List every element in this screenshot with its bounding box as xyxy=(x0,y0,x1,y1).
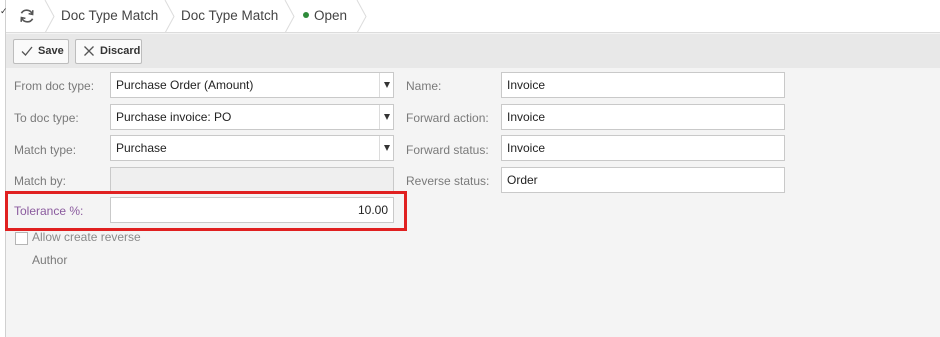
from-doc-type-value: Purchase Order (Amount) xyxy=(116,78,254,92)
match-type-value: Purchase xyxy=(116,141,167,155)
from-doc-type-label: From doc type: xyxy=(14,79,95,93)
status-badge: Open xyxy=(303,0,347,33)
toolbar: Save Discard xyxy=(6,34,940,68)
match-by-label: Match by: xyxy=(14,174,67,188)
forward-action-value: Invoice xyxy=(507,110,546,124)
to-doc-type-value: Purchase invoice: PO xyxy=(116,110,232,124)
discard-label: Discard xyxy=(100,45,141,57)
forward-status-value: Invoice xyxy=(507,141,546,155)
reverse-status-input[interactable]: Order xyxy=(501,167,785,193)
to-doc-type-select[interactable]: Purchase invoice: PO xyxy=(110,104,394,130)
check-icon xyxy=(21,46,33,56)
forward-action-label: Forward action: xyxy=(406,111,489,125)
match-type-select[interactable]: Purchase xyxy=(110,135,394,161)
chevron-down-icon xyxy=(384,145,390,151)
forward-action-input[interactable]: Invoice xyxy=(501,104,785,130)
reverse-status-label: Reverse status: xyxy=(406,174,490,188)
save-label: Save xyxy=(38,45,64,57)
author-label: Author xyxy=(32,253,68,267)
breadcrumb: Doc Type Match Doc Type Match Open xyxy=(6,0,940,34)
chevron-down-icon xyxy=(384,82,390,88)
discard-button[interactable]: Discard xyxy=(75,39,142,64)
breadcrumb-separator xyxy=(44,0,56,34)
name-label: Name: xyxy=(406,79,442,93)
breadcrumb-item[interactable]: Doc Type Match xyxy=(61,0,158,33)
status-dot-icon xyxy=(303,12,309,18)
name-value: Invoice xyxy=(507,78,546,92)
breadcrumb-item[interactable]: Doc Type Match xyxy=(181,0,278,33)
status-text: Open xyxy=(314,8,348,23)
highlight-annotation xyxy=(5,191,407,231)
breadcrumb-separator xyxy=(164,0,176,34)
match-type-label: Match type: xyxy=(14,143,77,157)
refresh-icon[interactable] xyxy=(18,7,36,25)
breadcrumb-separator xyxy=(356,0,368,34)
to-doc-type-label: To doc type: xyxy=(14,111,79,125)
save-button[interactable]: Save xyxy=(13,39,69,64)
forward-status-label: Forward status: xyxy=(406,143,489,157)
forward-status-input[interactable]: Invoice xyxy=(501,135,785,161)
name-input[interactable]: Invoice xyxy=(501,72,785,98)
close-icon xyxy=(84,46,94,56)
allow-create-reverse-checkbox[interactable] xyxy=(15,232,28,245)
allow-create-reverse-label: Allow create reverse xyxy=(32,230,141,244)
chevron-down-icon xyxy=(384,114,390,120)
breadcrumb-separator xyxy=(284,0,296,34)
from-doc-type-select[interactable]: Purchase Order (Amount) xyxy=(110,72,394,98)
match-by-field xyxy=(110,167,394,193)
reverse-status-value: Order xyxy=(507,173,538,187)
